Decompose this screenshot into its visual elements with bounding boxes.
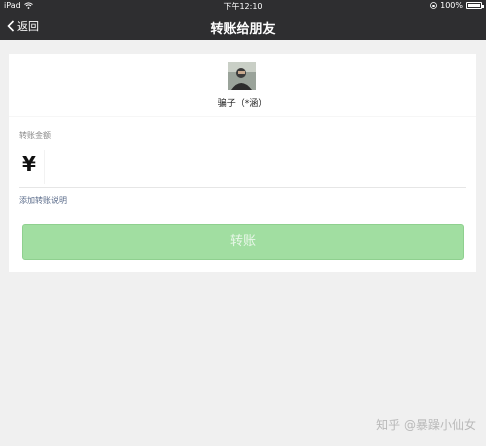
- amount-underline: [19, 187, 466, 188]
- avatar[interactable]: [228, 62, 256, 90]
- navigation-bar: 返回 转账给朋友: [0, 12, 486, 40]
- battery-icon: [466, 2, 484, 9]
- status-bar: iPad 下午12:10 100%: [0, 0, 486, 12]
- avatar-image: [228, 62, 256, 90]
- status-time: 下午12:10: [223, 2, 263, 11]
- transfer-button[interactable]: 转账: [22, 224, 464, 260]
- status-right: 100%: [430, 1, 484, 10]
- recipient-name: 骗子（*涵）: [217, 99, 268, 109]
- orientation-lock-icon: [430, 2, 438, 9]
- page-title: 转账给朋友: [210, 22, 276, 37]
- yuan-icon: ¥: [22, 152, 36, 176]
- watermark: 知乎 @暴躁小仙女: [376, 418, 476, 432]
- amount-input[interactable]: [47, 150, 465, 184]
- divider: [9, 116, 476, 117]
- battery-percent: 100%: [440, 1, 463, 10]
- add-note-link[interactable]: 添加转账说明: [19, 195, 67, 206]
- transfer-card: 骗子（*涵） 转账金额 ¥ 添加转账说明 转账: [9, 54, 476, 272]
- currency-box: ¥: [19, 150, 45, 184]
- amount-label: 转账金额: [19, 131, 51, 140]
